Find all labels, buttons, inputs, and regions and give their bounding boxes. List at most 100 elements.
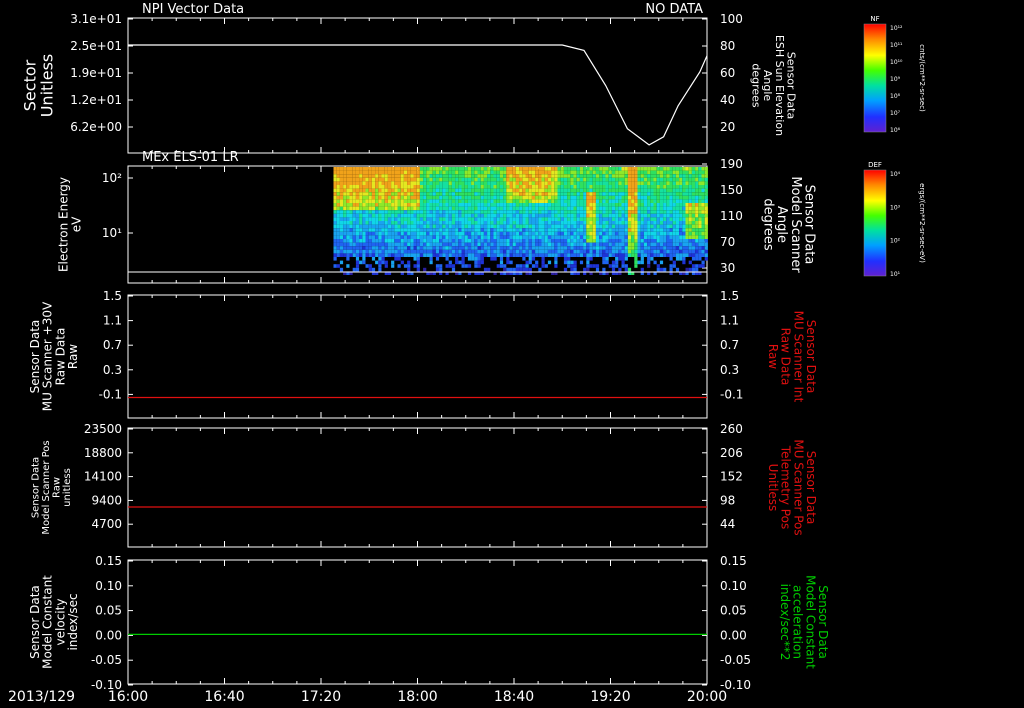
spectrogram-cell	[698, 177, 702, 182]
spectrogram-cell	[605, 210, 609, 214]
spectrogram-cell	[352, 217, 356, 221]
spectrogram-cell	[512, 181, 516, 185]
spectrogram-cell	[381, 257, 385, 261]
spectrogram-cell	[493, 203, 497, 207]
spectrogram-cell	[704, 224, 708, 229]
spectrogram-cell	[640, 235, 644, 239]
spectrogram-cell	[669, 267, 673, 272]
spectrogram-cell	[560, 224, 564, 229]
spectrogram-cell	[557, 235, 561, 239]
spectrogram-cell	[538, 239, 542, 243]
spectrogram-cell	[496, 239, 500, 243]
spectrogram-cell	[512, 228, 516, 232]
spectrogram-cell	[448, 203, 452, 207]
spectrogram-cell	[362, 260, 366, 265]
spectrogram-cell	[403, 195, 408, 200]
spectrogram-cell	[365, 210, 369, 214]
spectrogram-cell	[400, 167, 404, 171]
spectrogram-cell	[541, 239, 545, 243]
spectrogram-cell	[679, 224, 683, 229]
spectrogram-cell	[407, 195, 411, 200]
spectrogram-cell	[560, 231, 564, 236]
y-tick-label-right: 0.10	[720, 579, 747, 593]
spectrogram-cell	[618, 246, 622, 250]
spectrogram-cell	[579, 260, 584, 265]
spectrogram-cell	[464, 210, 468, 214]
spectrogram-cell	[611, 170, 616, 175]
spectrogram-cell	[426, 181, 430, 185]
spectrogram-cell	[423, 239, 427, 243]
x-tick-label: 16:40	[204, 689, 244, 705]
spectrogram-cell	[522, 203, 526, 207]
spectrogram-cell	[416, 210, 420, 214]
spectrogram-cell	[605, 228, 609, 232]
spectrogram-cell	[631, 213, 635, 218]
spectrogram-cell	[394, 235, 398, 239]
spectrogram-cell	[410, 185, 414, 189]
spectrogram-cell	[410, 242, 414, 247]
spectrogram-cell	[650, 231, 654, 236]
spectrogram-cell	[384, 242, 388, 247]
spectrogram-cell	[336, 217, 340, 221]
spectrogram-cell	[515, 264, 520, 268]
spectrogram-cell	[426, 239, 430, 243]
spectrogram-cell	[659, 199, 664, 203]
spectrogram-cell	[445, 224, 449, 229]
spectrogram-cell	[538, 167, 542, 171]
spectrogram-cell	[631, 253, 635, 257]
spectrogram-cell	[336, 177, 340, 182]
spectrogram-cell	[359, 170, 363, 175]
spectrogram-cell	[538, 185, 542, 189]
spectrogram-cell	[608, 177, 612, 182]
spectrogram-cell	[455, 188, 459, 193]
spectrogram-cell	[669, 170, 673, 175]
spectrogram-cell	[599, 228, 603, 232]
spectrogram-cell	[634, 249, 638, 254]
spectrogram-cell	[656, 242, 660, 247]
spectrogram-cell	[531, 239, 536, 243]
spectrogram-cell	[509, 206, 513, 211]
spectrogram-cell	[493, 249, 497, 254]
spectrogram-cell	[519, 231, 523, 236]
spectrogram-cell	[512, 203, 516, 207]
spectrogram-cell	[663, 195, 667, 200]
spectrogram-cell	[496, 174, 500, 178]
spectrogram-cell	[349, 213, 353, 218]
spectrogram-cell	[490, 253, 494, 257]
spectrogram-cell	[407, 242, 411, 247]
spectrogram-cell	[618, 206, 622, 211]
spectrogram-cell	[359, 253, 363, 257]
spectrogram-cell	[381, 195, 385, 200]
spectrogram-cell	[461, 217, 465, 221]
spectrogram-cell	[573, 239, 577, 243]
spectrogram-cell	[538, 188, 542, 193]
spectrogram-cell	[538, 174, 542, 178]
spectrogram-cell	[474, 199, 478, 203]
spectrogram-cell	[451, 231, 456, 236]
spectrogram-cell	[650, 257, 654, 261]
spectrogram-cell	[435, 242, 440, 247]
spectrogram-cell	[515, 203, 520, 207]
spectrogram-cell	[528, 249, 532, 254]
spectrogram-cell	[362, 246, 366, 250]
spectrogram-cell	[487, 231, 491, 236]
spectrogram-cell	[563, 199, 568, 203]
spectrogram-cell	[576, 231, 580, 236]
spectrogram-cell	[666, 170, 670, 175]
spectrogram-cell	[647, 221, 651, 225]
spectrogram-cell	[535, 170, 539, 175]
spectrogram-cell	[557, 170, 561, 175]
spectrogram-cell	[637, 213, 641, 218]
spectrogram-cell	[669, 206, 673, 211]
spectrogram-cell	[426, 246, 430, 250]
colorbar-tick: 10⁹	[890, 76, 901, 83]
spectrogram-cell	[362, 181, 366, 185]
spectrogram-cell	[525, 188, 529, 193]
spectrogram-cell	[349, 210, 353, 214]
spectrogram-cell	[426, 185, 430, 189]
spectrogram-cell	[650, 213, 654, 218]
spectrogram-cell	[695, 221, 699, 225]
spectrogram-cell	[458, 185, 462, 189]
spectrogram-cell	[413, 192, 417, 196]
spectrogram-cell	[493, 231, 497, 236]
